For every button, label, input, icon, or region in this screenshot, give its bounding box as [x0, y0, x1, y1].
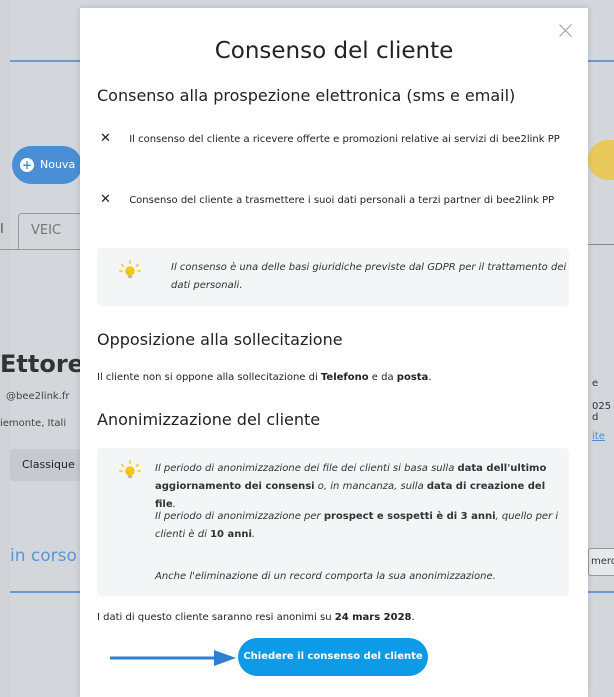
gdpr-info-line: Il consenso è una delle basi giuridiche … — [171, 262, 567, 273]
anonymization-paragraph-2: Il periodo di anonimizzazione per prospe… — [155, 508, 558, 544]
anonymization-heading: Anonimizzazione del cliente — [97, 410, 321, 429]
request-consent-button[interactable]: Chiedere il consenso del cliente — [238, 638, 428, 676]
consent-item-label: Consenso del cliente a trasmettere i suo… — [129, 195, 555, 206]
anonymization-info-box: Il periodo di anonimizzazione dei file d… — [97, 448, 569, 596]
background-divider — [588, 60, 614, 62]
anonymization-date-text: I dati di questo cliente saranno resi an… — [97, 612, 415, 623]
background-number-field-label: mero — [591, 556, 614, 567]
lightbulb-icon — [119, 460, 141, 479]
tab-underline — [0, 249, 80, 250]
anonym-text: Il periodo di anonimizzazione per — [155, 511, 324, 522]
anonym-date-prefix: I dati di questo cliente saranno resi an… — [97, 612, 335, 623]
gdpr-info-line: dati personali. — [171, 280, 243, 291]
contact-email: @bee2link.fr — [6, 391, 70, 402]
plus-icon: + — [20, 158, 34, 172]
consent-modal: Consenso del cliente Consenso alla prosp… — [80, 8, 588, 697]
opposition-channel-post: posta — [396, 372, 429, 383]
background-divider — [588, 591, 614, 593]
anonym-text: , quello per i — [495, 511, 559, 522]
background-number-field[interactable]: mero — [588, 548, 614, 576]
background-right-link[interactable]: ite — [592, 431, 605, 442]
anonym-text: Il periodo di anonimizzazione dei file d… — [155, 463, 458, 474]
opposition-heading: Opposizione alla sollecitazione — [97, 330, 343, 349]
anonym-date-value: 24 mars 2028 — [334, 612, 412, 623]
background-divider — [10, 591, 80, 593]
opposition-text-part: . — [428, 372, 432, 383]
background-right-text: e — [592, 378, 599, 389]
close-icon[interactable] — [558, 22, 574, 38]
lightbulb-icon — [119, 260, 141, 279]
anonymization-paragraph-1: Il periodo di anonimizzazione dei file d… — [155, 460, 569, 514]
anonymization-paragraph-3: Anche l'eliminazione di un record compor… — [155, 571, 496, 582]
tab-fragment: I — [0, 222, 4, 237]
category-badge: Classique — [10, 449, 80, 481]
background-divider — [10, 60, 80, 62]
anonym-date-suffix: . — [411, 612, 415, 623]
anonym-text-bold: data dell'ultimo — [457, 463, 547, 474]
arrow-right-icon — [110, 650, 236, 666]
prospection-heading: Consenso alla prospezione elettronica (s… — [97, 86, 516, 105]
anonym-text: . — [251, 529, 256, 540]
anonym-text-bold: prospect e sospetti è di 3 anni — [323, 511, 496, 522]
section-label: in corso — [10, 546, 77, 566]
modal-title: Consenso del cliente — [214, 38, 454, 64]
background-yellow-button[interactable] — [588, 140, 614, 180]
consent-item-offers: ✕ Il consenso del cliente a ricevere off… — [100, 131, 560, 146]
anonym-text: clienti è di — [155, 529, 211, 540]
x-icon: ✕ — [100, 131, 111, 146]
consent-item-third-party: ✕ Consenso del cliente a trasmettere i s… — [100, 192, 554, 207]
anonym-text-bold: aggiornamento dei consensi — [155, 481, 315, 492]
anonym-text-bold: 10 anni — [210, 529, 252, 540]
background-right-text: 025 d — [592, 401, 612, 423]
anonym-text: o, in mancanza, sulla — [314, 481, 427, 492]
new-button-label: Nouva — [40, 158, 76, 171]
background-left-strip — [0, 0, 10, 697]
contact-location: iemonte, Itali — [0, 418, 67, 429]
x-icon: ✕ — [100, 192, 111, 207]
opposition-text: Il cliente non si oppone alla sollecitaz… — [97, 372, 432, 383]
gdpr-info-text: Il consenso è una delle basi giuridiche … — [171, 259, 566, 295]
category-label: Classique — [22, 458, 75, 471]
opposition-text-part: e da — [368, 372, 397, 383]
background-right-tab — [588, 226, 614, 245]
tab-vehicles-label: VEIC — [31, 223, 62, 238]
new-button[interactable]: + Nouva — [12, 146, 82, 184]
gdpr-info-box: Il consenso è una delle basi giuridiche … — [97, 248, 569, 306]
opposition-text-part: Il cliente non si oppone alla sollecitaz… — [97, 372, 321, 383]
tab-vehicles[interactable]: VEIC — [18, 213, 82, 250]
opposition-channel-phone: Telefono — [320, 372, 369, 383]
consent-item-label: Il consenso del cliente a ricevere offer… — [129, 134, 560, 145]
